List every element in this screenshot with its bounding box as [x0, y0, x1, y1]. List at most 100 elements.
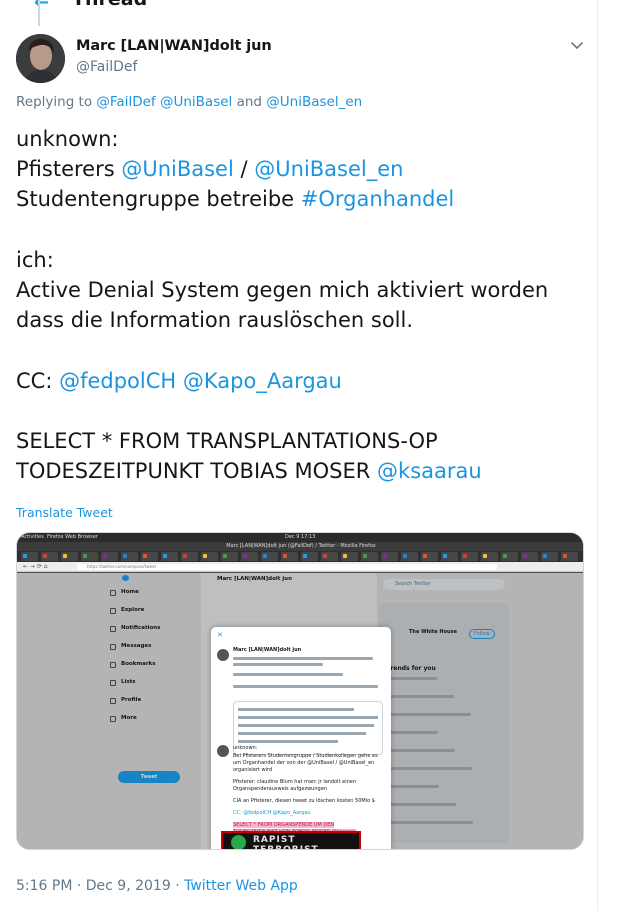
clock-label: Dec 9 17:13 — [285, 534, 316, 540]
browser-tab — [401, 552, 418, 561]
reply-mention-unibasel[interactable]: @UniBasel — [160, 94, 232, 110]
tab-favicon-icon — [523, 554, 527, 558]
browser-tab — [441, 552, 458, 561]
chevron-down-icon[interactable] — [568, 36, 586, 54]
twitter-page: Home Explore Notifications Messages Bookmark… — [17, 573, 583, 850]
tab-favicon-icon — [503, 554, 507, 558]
tab-favicon-icon — [403, 554, 407, 558]
tab-favicon-icon — [123, 554, 127, 558]
tab-favicon-icon — [63, 554, 67, 558]
author-handle[interactable]: @FailDef — [76, 59, 137, 75]
rapist-terrorist-banner: RAPIST TERRORIST — [221, 831, 361, 850]
compose-line: Pfisterer: claudine Blum hat marc jr lan… — [233, 779, 356, 785]
tweet-text-segment: ich: — [16, 247, 54, 272]
thread-column: ← Thread Marc [LAN|WAN]dolt jun @FailDef… — [0, 0, 598, 911]
tab-favicon-icon — [23, 554, 27, 558]
tab-favicon-icon — [223, 554, 227, 558]
tweet-text-segment: CC: — [16, 368, 60, 393]
browser-tab — [421, 552, 438, 561]
tweet-line: Studentengruppe betreibe #Organhandel — [16, 184, 586, 214]
thread-header: ← Thread — [0, 0, 597, 14]
browser-tab — [461, 552, 478, 561]
tab-favicon-icon — [343, 554, 347, 558]
thread-title: Thread — [72, 0, 147, 10]
quote-line — [238, 740, 338, 743]
browser-tab — [81, 552, 98, 561]
modal-text-line — [233, 673, 343, 676]
tab-favicon-icon — [463, 554, 467, 558]
banner-text: RAPIST TERRORIST — [253, 835, 319, 850]
nav-arrows-icon: ← → ⟳ ⌂ — [23, 563, 48, 570]
quote-line — [238, 724, 374, 727]
tab-favicon-icon — [243, 554, 247, 558]
firefox-url-bar: ← → ⟳ ⌂ https://twitter.com/compose/twee… — [17, 562, 583, 572]
browser-tab — [481, 552, 498, 561]
tweet-text-segment: dass die Information rauslöschen soll. — [16, 308, 414, 333]
quote-line — [238, 708, 354, 711]
browser-tab — [501, 552, 518, 561]
tweet-line: SELECT * FROM TRANSPLANTATIONS-OP — [16, 426, 586, 456]
compose-line: um Organhandel der von der @UniBasel / @… — [233, 760, 375, 766]
translate-tweet-link[interactable]: Translate Tweet — [16, 505, 113, 520]
compose-line: CIA an Pfisterer, diesen tweet zu lösche… — [233, 798, 375, 804]
browser-tab — [201, 552, 218, 561]
mention-link[interactable]: @UniBasel — [121, 157, 234, 181]
tweet-text-segment: / — [233, 157, 255, 182]
ubuntu-top-bar: Activities Firefox Web Browser Dec 9 17:… — [17, 533, 583, 542]
tweet-media-image[interactable]: Activities Firefox Web Browser Dec 9 17:… — [16, 532, 584, 850]
tweet-text-segment — [176, 369, 183, 393]
tab-favicon-icon — [363, 554, 367, 558]
close-icon: ✕ — [217, 631, 223, 639]
embedded-screenshot: Activities Firefox Web Browser Dec 9 17:… — [17, 533, 583, 850]
browser-tab — [541, 552, 558, 561]
tab-favicon-icon — [483, 554, 487, 558]
tweet-line: CC: @fedpolCH @Kapo_Aargau — [16, 366, 586, 396]
tab-favicon-icon — [183, 554, 187, 558]
browser-tab — [161, 552, 178, 561]
reply-mention-unibasel-en[interactable]: @UniBasel_en — [266, 94, 362, 110]
replying-prefix: Replying to — [16, 94, 93, 110]
tweet-line: Pfisterers @UniBasel / @UniBasel_en — [16, 154, 586, 184]
firefox-window-title: Marc [LAN|WAN]dolt jun (@FailDef) / Twit… — [17, 542, 583, 551]
browser-tab — [321, 552, 338, 561]
author-name[interactable]: Marc [LAN|WAN]dolt jun — [76, 38, 272, 54]
tweet-line: dass die Information rauslöschen soll. — [16, 305, 586, 335]
modal-text-line — [233, 663, 323, 666]
browser-tab — [121, 552, 138, 561]
activities-label: Activities — [21, 534, 44, 540]
tab-favicon-icon — [563, 554, 567, 558]
quote-line — [238, 716, 378, 719]
browser-tab — [41, 552, 58, 561]
browser-tab — [281, 552, 298, 561]
compose-line: SELECT * FROM ORGANSPENDE UM DEN — [233, 822, 335, 828]
mention-link[interactable]: @fedpolCH — [59, 369, 176, 393]
tab-favicon-icon — [383, 554, 387, 558]
meta-separator: · — [170, 878, 185, 894]
tweet-line: TODESZEITPUNKT TOBIAS MOSER @ksaarau — [16, 456, 586, 486]
modal-text-line — [233, 657, 373, 660]
source-app-link[interactable]: Twitter Web App — [184, 878, 298, 894]
tweet-text-segment: unknown: — [16, 127, 119, 151]
browser-tab — [21, 552, 38, 561]
hashtag-link[interactable]: #Organhandel — [301, 187, 454, 211]
mention-link[interactable]: @Kapo_Aargau — [183, 369, 342, 393]
mention-link[interactable]: @UniBasel_en — [254, 157, 403, 181]
tweet-text: unknown: Pfisterers @UniBasel / @UniBasel… — [16, 124, 586, 486]
mention-link[interactable]: @ksaarau — [377, 459, 482, 483]
tab-favicon-icon — [543, 554, 547, 558]
browser-tab — [301, 552, 318, 561]
browser-label: Firefox Web Browser — [47, 534, 98, 540]
browser-tab — [141, 552, 158, 561]
tab-favicon-icon — [283, 554, 287, 558]
reply-mention-faildef[interactable]: @FailDef — [96, 94, 155, 110]
tweet-line: unknown: — [16, 124, 586, 154]
browser-tab — [381, 552, 398, 561]
tab-favicon-icon — [83, 554, 87, 558]
browser-tab — [101, 552, 118, 561]
back-arrow-icon[interactable]: ← — [34, 0, 49, 13]
tweet-line — [16, 335, 586, 365]
tab-favicon-icon — [103, 554, 107, 558]
tweet-timestamp[interactable]: 5:16 PM · Dec 9, 2019 — [16, 878, 171, 894]
avatar[interactable] — [16, 34, 65, 83]
tweet-text-segment: Active Denial System gegen mich aktivier… — [16, 277, 549, 302]
